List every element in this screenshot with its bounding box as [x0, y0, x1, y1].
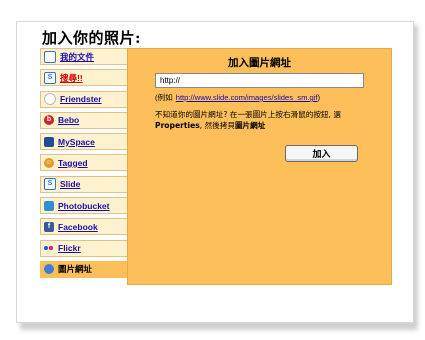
add-button[interactable]: 加入 [285, 145, 358, 162]
sidebar-item-bebo[interactable]: b Bebo [40, 111, 128, 129]
flickr-icon [44, 243, 54, 253]
sidebar-item-label: Photobucket [58, 200, 110, 211]
help-text: 不知道你的圖片網址? 在一張圖片上按右滑鼠的按鈕, 選 Properties, … [155, 110, 387, 131]
slide-icon: S [44, 178, 56, 191]
source-sidebar: 我的文件 S 搜尋!! Friendster b Bebo MySpace ☺ … [40, 48, 129, 282]
sidebar-item-label: Tagged [58, 157, 88, 168]
sidebar-item-tagged[interactable]: ☺ Tagged [40, 154, 128, 172]
globe-icon [44, 264, 54, 275]
help-properties: Properties [155, 120, 200, 130]
document-icon [44, 50, 56, 63]
page-title: 加入你的照片: [42, 29, 142, 47]
sidebar-item-label: Slide [60, 179, 81, 190]
panel-title: 加入圖片網址 [228, 57, 291, 69]
myspace-icon [44, 136, 54, 147]
sidebar-item-label: 我的文件 [60, 51, 95, 62]
sidebar-item-label: Flickr [58, 243, 81, 254]
help-image-url: 圖片網址 [234, 120, 266, 130]
sidebar-item-image-url[interactable]: 圖片網址 [40, 260, 129, 278]
image-url-input[interactable] [155, 73, 364, 88]
example-prefix: (例如 [155, 93, 173, 102]
help-line-2: , 然後拷貝 [199, 120, 235, 130]
help-line-1: 不知道你的圖片網址? 在一張圖片上按右滑鼠的按鈕, 選 [155, 110, 341, 119]
bebo-icon: b [44, 115, 54, 126]
sidebar-item-label: Bebo [58, 115, 80, 126]
smiley-icon [44, 93, 56, 106]
image-url-panel: 加入圖片網址 (例如http://www.slide.com/images/sl… [127, 48, 392, 285]
tagged-icon: ☺ [44, 157, 54, 168]
sidebar-item-my-files[interactable]: 我的文件 [40, 48, 128, 65]
sidebar-item-label: Friendster [60, 94, 102, 105]
url-example: (例如 http://www.slide.com/images/slides_sm… [155, 92, 320, 103]
sidebar-item-flickr[interactable]: Flickr [40, 239, 128, 257]
sidebar-item-label: 搜尋!! [60, 72, 83, 83]
sidebar-item-facebook[interactable]: f Facebook [40, 218, 128, 236]
sidebar-item-label: MySpace [58, 136, 95, 147]
sidebar-item-photobucket[interactable]: Photobucket [40, 197, 128, 215]
example-suffix: ) [317, 93, 321, 102]
sidebar-item-label: 圖片網址 [58, 264, 93, 275]
sidebar-item-search[interactable]: S 搜尋!! [40, 69, 128, 87]
sidebar-item-myspace[interactable]: MySpace [40, 133, 128, 151]
sidebar-item-slide[interactable]: S Slide [40, 175, 128, 193]
example-url-link[interactable]: http://www.slide.com/images/slides_sm.gi… [176, 93, 318, 102]
sidebar-item-friendster[interactable]: Friendster [40, 90, 128, 108]
s-icon: S [44, 71, 56, 84]
photobucket-icon [44, 200, 54, 211]
facebook-icon: f [44, 221, 54, 232]
sidebar-item-label: Facebook [58, 221, 98, 232]
